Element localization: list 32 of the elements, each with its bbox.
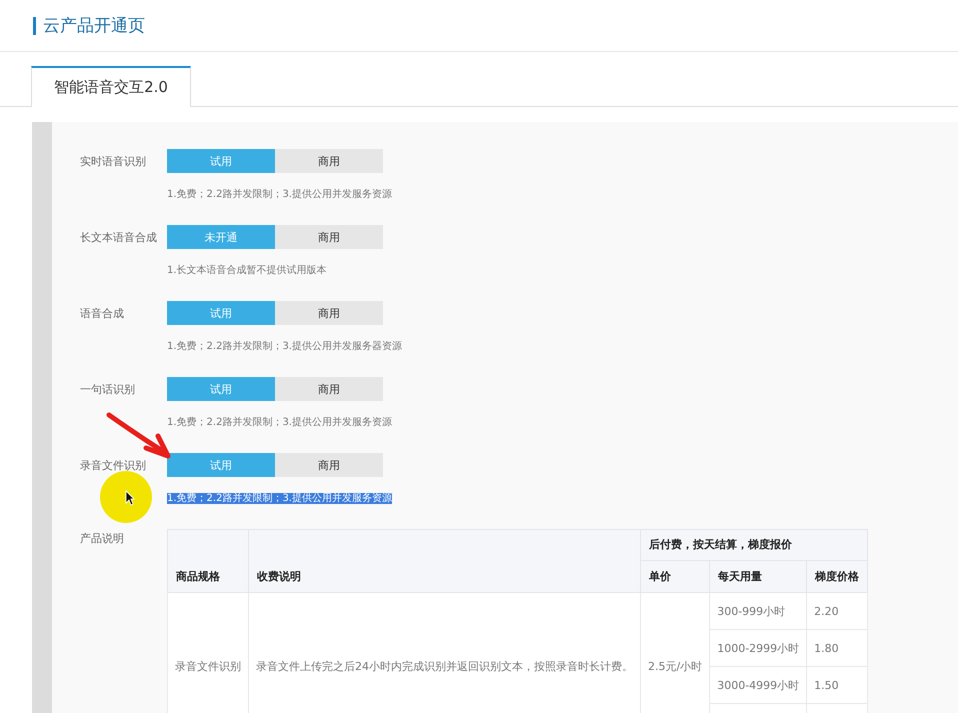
table-header: 每天用量	[710, 560, 807, 592]
table-cell: 1.50	[806, 666, 868, 704]
table-header: 单价	[640, 560, 710, 592]
option-button[interactable]: 商用	[275, 225, 383, 249]
table-cell: 录音文件识别	[168, 592, 248, 713]
table-cell: 3000-4999小时	[710, 666, 807, 704]
service-note: 1.免费；2.2路并发限制；3.提供公用并发服务器资源	[167, 341, 402, 352]
service-note: 1.长文本语音合成暂不提供试用版本	[167, 265, 327, 276]
service-label: 语音合成	[80, 306, 125, 320]
table-cell: 300-999小时	[710, 592, 807, 630]
tab[interactable]: 智能语音交互2.0	[31, 66, 191, 107]
option-button[interactable]: 商用	[275, 149, 383, 173]
service-label: 录音文件识别	[80, 458, 147, 472]
option-button[interactable]: 商用	[275, 377, 383, 401]
page-title: 云产品开通页	[43, 15, 145, 37]
option-button[interactable]: 商用	[275, 301, 383, 325]
table-header: 收费说明	[248, 530, 640, 592]
service-note: 1.免费；2.2路并发限制；3.提供公用并发服务资源	[167, 189, 392, 200]
service-label: 实时语音识别	[80, 154, 147, 168]
cursor-icon	[125, 490, 135, 506]
table-cell: 2.20	[806, 592, 868, 630]
table-header: 梯度价格	[806, 560, 868, 592]
option-button[interactable]: 商用	[275, 453, 383, 477]
service-note: 1.免费；2.2路并发限制；3.提供公用并发服务资源	[167, 493, 392, 504]
service-label: 长文本语音合成	[80, 230, 158, 244]
table-cell: 1000-2999小时	[710, 630, 807, 666]
service-note: 1.免费；2.2路并发限制；3.提供公用并发服务资源	[167, 417, 392, 428]
service-label: 一句话识别	[80, 382, 136, 396]
section-label: 产品说明	[80, 531, 125, 546]
table-header: 商品规格	[168, 530, 248, 592]
table-header: 后付费，按天结算，梯度报价	[640, 530, 868, 560]
table-cell: 1.80	[806, 630, 868, 666]
